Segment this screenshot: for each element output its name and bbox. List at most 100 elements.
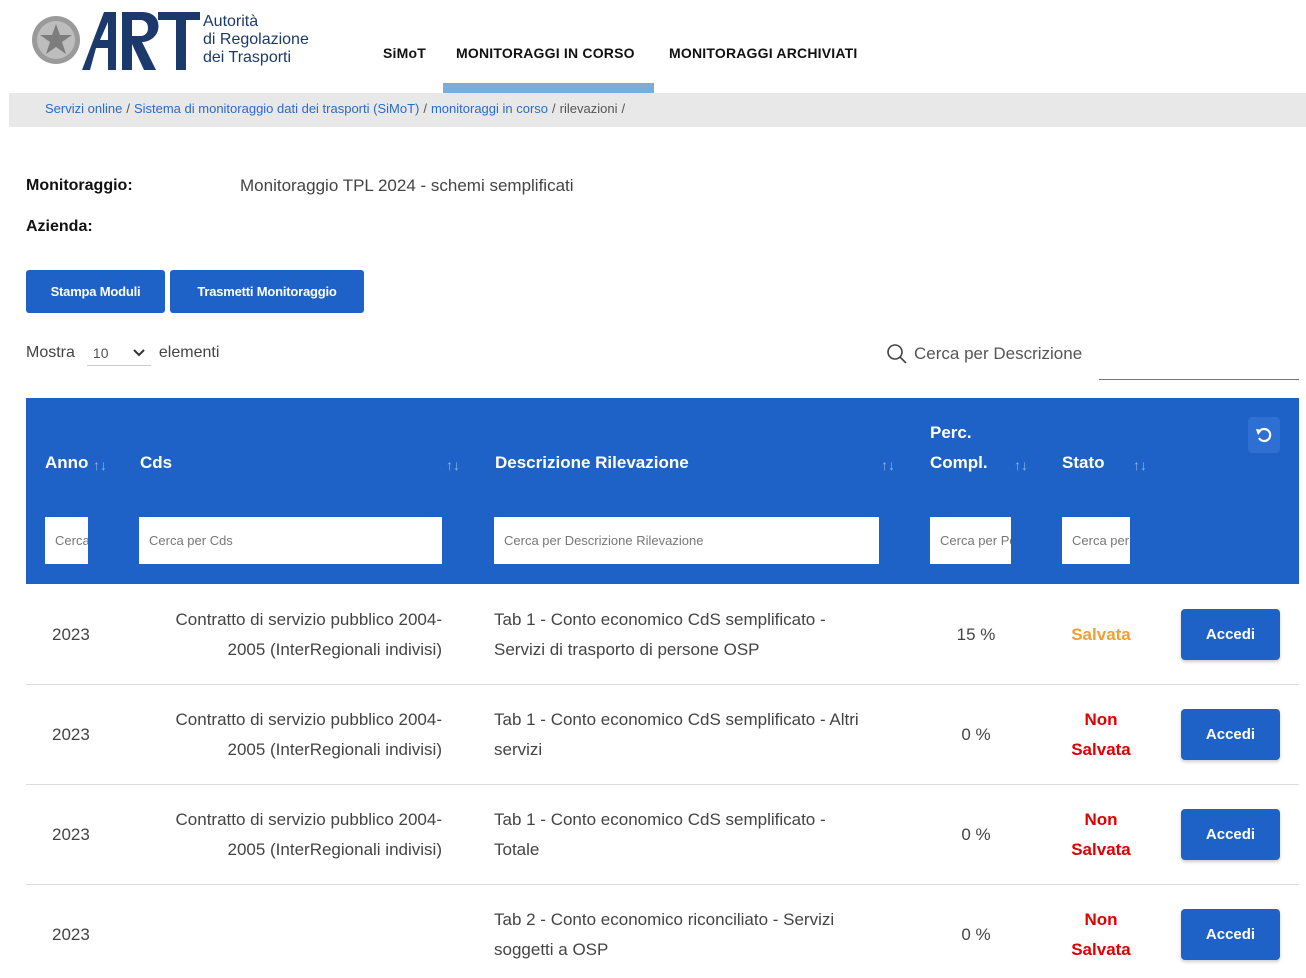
- global-search[interactable]: Cerca per Descrizione: [886, 343, 1082, 365]
- cell-descrizione: Tab 2 - Conto economico riconciliato - S…: [494, 905, 894, 965]
- nav-monitoraggi-archiviati[interactable]: MONITORAGGI ARCHIVIATI: [669, 45, 857, 61]
- cell-desc-line1: Tab 1 - Conto economico CdS semplificato…: [494, 610, 826, 629]
- breadcrumb: Servizi online / Sistema di monitoraggio d…: [9, 93, 1306, 127]
- table-row: 2023 Contratto di servizio pubblico 2004…: [26, 785, 1299, 885]
- sort-cds-icon[interactable]: ↑↓: [446, 457, 460, 473]
- cell-descrizione: Tab 1 - Conto economico CdS semplificato…: [494, 605, 894, 665]
- status-line2: Salvata: [1071, 740, 1131, 759]
- status-line1: Non: [1084, 810, 1118, 829]
- accedi-button[interactable]: Accedi: [1181, 609, 1280, 660]
- monitoraggio-label: Monitoraggio:: [26, 177, 133, 194]
- cell-desc-line1: Tab 2 - Conto economico riconciliato - S…: [494, 910, 835, 929]
- status-badge: Non Salvata: [1056, 705, 1146, 765]
- cell-perc: 15 %: [956, 625, 996, 644]
- logo-line-1: Autorità: [203, 13, 259, 30]
- cell-cds-line1: Contratto di servizio pubblico 2004-: [175, 610, 442, 629]
- cell-desc-line2: Servizi di trasporto di persone OSP: [494, 640, 760, 659]
- sort-perc-icon[interactable]: ↑↓: [1014, 457, 1028, 473]
- header-stato[interactable]: Stato: [1062, 453, 1105, 473]
- breadcrumb-current: rilevazioni: [559, 101, 618, 116]
- cell-cds: Contratto di servizio pubblico 2004- 200…: [126, 705, 442, 765]
- table-header: Anno ↑↓ Cds ↑↓ Descrizione Rilevazione ↑…: [26, 398, 1299, 496]
- art-emblem-icon: [32, 12, 200, 70]
- nav-simot[interactable]: SiMoT: [383, 45, 426, 61]
- header-perc-line2[interactable]: Compl.: [930, 453, 988, 473]
- status-badge: Non Salvata: [1056, 805, 1146, 865]
- breadcrumb-simot[interactable]: Sistema di monitoraggio dati dei traspor…: [134, 101, 419, 116]
- header-cds[interactable]: Cds: [140, 453, 172, 473]
- cell-desc-line2: Totale: [494, 840, 540, 859]
- search-input[interactable]: Cerca per Descrizione: [914, 344, 1082, 364]
- nav-monitoraggi-in-corso[interactable]: MONITORAGGI IN CORSO: [456, 45, 635, 61]
- cell-desc-line1: Tab 1 - Conto economico CdS semplificato…: [494, 710, 859, 729]
- cell-cds-line2: 2005 (InterRegionali indivisi): [227, 640, 442, 659]
- status-line1: Non: [1084, 710, 1118, 729]
- accedi-button[interactable]: Accedi: [1181, 709, 1280, 760]
- cell-desc-line2: servizi: [494, 740, 543, 759]
- trasmetti-monitoraggio-button[interactable]: Trasmetti Monitoraggio: [170, 270, 364, 313]
- azienda-label: Azienda:: [26, 218, 93, 235]
- status-badge: Non Salvata: [1056, 905, 1146, 965]
- reset-icon: [1255, 426, 1273, 444]
- status-line2: Salvata: [1071, 940, 1131, 959]
- status-line2: Salvata: [1071, 840, 1131, 859]
- cell-anno: 2023: [52, 725, 90, 744]
- header: Autorità di Regolazione dei Trasporti Si…: [0, 0, 1306, 93]
- cell-cds: Contratto di servizio pubblico 2004- 200…: [126, 805, 442, 865]
- search-icon: [886, 343, 908, 365]
- breadcrumb-separator: /: [126, 101, 130, 116]
- header-anno[interactable]: Anno: [45, 453, 88, 473]
- status-line1: Non: [1084, 910, 1118, 929]
- header-perc-line1[interactable]: Perc.: [930, 423, 972, 443]
- cell-anno: 2023: [52, 825, 90, 844]
- breadcrumb-monitoraggi-in-corso[interactable]: monitoraggi in corso: [431, 101, 548, 116]
- filter-cds-input[interactable]: Cerca per Cds: [139, 517, 442, 564]
- sort-stato-icon[interactable]: ↑↓: [1133, 457, 1147, 473]
- table-row: 2023 Contratto di servizio pubblico 2004…: [26, 685, 1299, 785]
- length-prefix: Mostra: [26, 344, 75, 361]
- status-line1: Salvata: [1071, 625, 1131, 644]
- cell-anno: 2023: [52, 625, 90, 644]
- page-length-value: 10: [92, 344, 109, 361]
- breadcrumb-servizi-online[interactable]: Servizi online: [45, 101, 122, 116]
- cell-anno: 2023: [52, 925, 90, 944]
- search-underline: [1099, 379, 1299, 380]
- cell-cds-line1: Contratto di servizio pubblico 2004-: [175, 710, 442, 729]
- stampa-moduli-button[interactable]: Stampa Moduli: [26, 270, 165, 313]
- filter-anno-input[interactable]: Cerca per Anno: [45, 517, 88, 564]
- cell-desc-line2: soggetti a OSP: [494, 940, 609, 959]
- filter-stato-input[interactable]: Cerca per Stato: [1062, 517, 1130, 564]
- filter-perc-input[interactable]: Cerca per Perc. Compl.: [930, 517, 1011, 564]
- cell-perc: 0 %: [961, 725, 991, 744]
- filter-descrizione-input[interactable]: Cerca per Descrizione Rilevazione: [494, 517, 879, 564]
- sort-descrizione-icon[interactable]: ↑↓: [881, 457, 895, 473]
- sort-anno-icon[interactable]: ↑↓: [93, 457, 107, 473]
- status-badge: Salvata: [1056, 620, 1146, 650]
- logo-line-3: dei Trasporti: [203, 49, 292, 66]
- logo-text: Autorità di Regolazione dei Trasporti: [203, 13, 309, 67]
- logo-line-2: di Regolazione: [203, 31, 309, 48]
- cell-descrizione: Tab 1 - Conto economico CdS semplificato…: [494, 805, 894, 865]
- cell-descrizione: Tab 1 - Conto economico CdS semplificato…: [494, 705, 894, 765]
- reset-filters-button[interactable]: [1248, 417, 1280, 453]
- cell-cds-line2: 2005 (InterRegionali indivisi): [227, 840, 442, 859]
- breadcrumb-separator: /: [552, 101, 556, 116]
- cell-perc: 0 %: [961, 925, 991, 944]
- accedi-button[interactable]: Accedi: [1181, 809, 1280, 860]
- accedi-button[interactable]: Accedi: [1181, 909, 1280, 960]
- cell-cds-line2: 2005 (InterRegionali indivisi): [227, 740, 442, 759]
- table-row: 2023 Tab 2 - Conto economico riconciliat…: [26, 885, 1299, 978]
- length-suffix: elementi: [158, 344, 220, 361]
- table-row: 2023 Contratto di servizio pubblico 2004…: [26, 585, 1299, 685]
- monitoraggio-value: Monitoraggio TPL 2024 - schemi semplific…: [240, 176, 574, 195]
- cell-cds-line1: Contratto di servizio pubblico 2004-: [175, 810, 442, 829]
- cell-cds: Contratto di servizio pubblico 2004- 200…: [126, 605, 442, 665]
- filter-row: Cerca per Anno Cerca per Cds Cerca per D…: [26, 496, 1299, 584]
- nav-active-indicator: [443, 83, 654, 93]
- cell-perc: 0 %: [961, 825, 991, 844]
- header-descrizione[interactable]: Descrizione Rilevazione: [495, 453, 689, 473]
- page-length-select[interactable]: 10: [86, 340, 151, 366]
- breadcrumb-separator: /: [621, 101, 626, 116]
- art-logo[interactable]: Autorità di Regolazione dei Trasporti: [30, 8, 320, 74]
- chevron-down-icon: [133, 348, 145, 357]
